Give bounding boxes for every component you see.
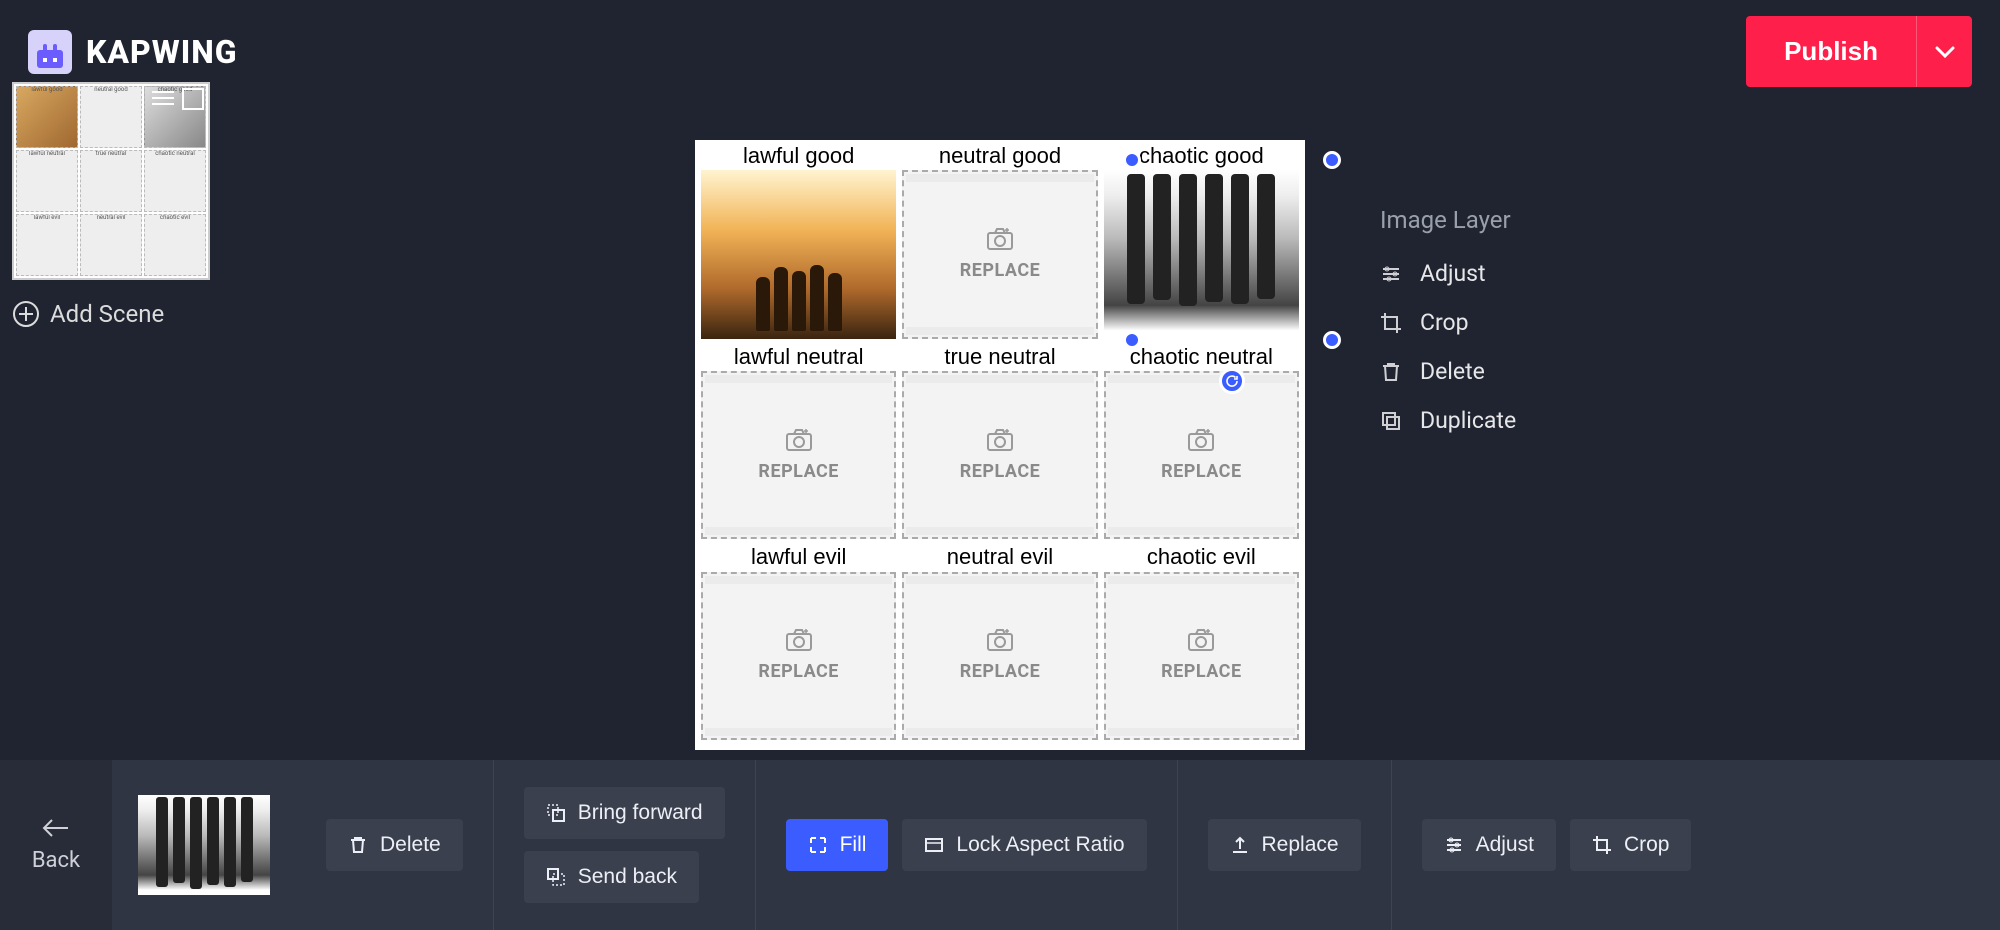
- brand: KAPWING: [28, 30, 238, 74]
- cell-label: chaotic good: [1104, 144, 1299, 168]
- send-back-icon: [546, 867, 566, 887]
- cell-label: lawful evil: [701, 545, 896, 569]
- add-scene-button[interactable]: Add Scene: [12, 300, 222, 328]
- delete-button[interactable]: Delete: [326, 819, 463, 871]
- camera-icon: [1188, 629, 1214, 655]
- add-scene-label: Add Scene: [50, 300, 164, 328]
- cell-image-selected[interactable]: [1104, 170, 1299, 338]
- publish-group: Publish: [1746, 16, 1972, 87]
- scene-thumbnail[interactable]: lawful good neutral good chaotic good la…: [12, 82, 210, 280]
- delete-option[interactable]: Delete: [1380, 358, 1516, 385]
- resize-handle-ne[interactable]: [1323, 151, 1341, 169]
- cell-label: neutral good: [902, 144, 1097, 168]
- brand-logo: [28, 30, 72, 74]
- bottom-toolbar: Back Delete Bring forward Send back Fill…: [0, 760, 2000, 930]
- cell-placeholder[interactable]: REPLACE: [701, 371, 896, 539]
- hamburger-icon: [152, 90, 174, 110]
- resize-handle-se[interactable]: [1323, 331, 1341, 349]
- fill-icon: [808, 835, 828, 855]
- camera-icon: [987, 629, 1013, 655]
- frame-icon: [182, 88, 204, 110]
- cell-chaotic-evil[interactable]: chaotic evil REPLACE: [1104, 545, 1299, 740]
- crop-icon: [1380, 312, 1402, 334]
- sliders-icon: [1380, 263, 1402, 285]
- cell-placeholder[interactable]: REPLACE: [701, 572, 896, 740]
- publish-dropdown-button[interactable]: [1916, 16, 1972, 87]
- bring-forward-button[interactable]: Bring forward: [524, 787, 725, 839]
- upload-icon: [1230, 835, 1250, 855]
- cell-label: chaotic neutral: [1104, 345, 1299, 369]
- duplicate-option[interactable]: Duplicate: [1380, 407, 1516, 434]
- trash-icon: [348, 835, 368, 855]
- cell-label: neutral evil: [902, 545, 1097, 569]
- cell-label: lawful neutral: [701, 345, 896, 369]
- fill-button[interactable]: Fill: [786, 819, 889, 871]
- camera-icon: [987, 429, 1013, 455]
- back-button[interactable]: Back: [0, 760, 112, 930]
- cell-label: true neutral: [902, 345, 1097, 369]
- cell-label: chaotic evil: [1104, 545, 1299, 569]
- right-panel: Image Layer Adjust Crop Delete Duplicate: [1380, 206, 1516, 456]
- cell-neutral-good[interactable]: neutral good REPLACE: [902, 144, 1097, 339]
- cell-placeholder[interactable]: REPLACE: [1104, 371, 1299, 539]
- camera-icon: [786, 429, 812, 455]
- replace-label: REPLACE: [758, 461, 839, 482]
- chevron-down-icon: [1935, 45, 1955, 59]
- scenes-panel: lawful good neutral good chaotic good la…: [12, 82, 222, 328]
- camera-icon: [786, 629, 812, 655]
- cell-neutral-evil[interactable]: neutral evil REPLACE: [902, 545, 1097, 740]
- replace-label: REPLACE: [1161, 661, 1242, 682]
- replace-label: REPLACE: [758, 661, 839, 682]
- plus-circle-icon: [12, 300, 40, 328]
- cell-chaotic-neutral[interactable]: chaotic neutral REPLACE: [1104, 345, 1299, 540]
- adjust-option[interactable]: Adjust: [1380, 260, 1516, 287]
- selected-layer-thumbnail[interactable]: [138, 795, 270, 895]
- aspect-icon: [924, 835, 944, 855]
- cell-lawful-good[interactable]: lawful good: [701, 144, 896, 339]
- cell-placeholder[interactable]: REPLACE: [902, 371, 1097, 539]
- trash-icon: [1380, 361, 1402, 383]
- cell-label: lawful good: [701, 144, 896, 168]
- right-panel-title: Image Layer: [1380, 206, 1516, 234]
- arrow-left-icon: [42, 818, 70, 838]
- replace-label: REPLACE: [960, 461, 1041, 482]
- duplicate-icon: [1380, 410, 1402, 432]
- crop-button[interactable]: Crop: [1570, 819, 1692, 871]
- cell-image[interactable]: [701, 170, 896, 338]
- sliders-icon: [1444, 835, 1464, 855]
- alignment-grid: lawful good neutral good REPLACE chaotic…: [701, 144, 1299, 740]
- lock-aspect-button[interactable]: Lock Aspect Ratio: [902, 819, 1146, 871]
- bring-forward-icon: [546, 803, 566, 823]
- cell-true-neutral[interactable]: true neutral REPLACE: [902, 345, 1097, 540]
- crop-icon: [1592, 835, 1612, 855]
- cell-chaotic-good[interactable]: chaotic good: [1104, 144, 1299, 339]
- replace-button[interactable]: Replace: [1208, 819, 1361, 871]
- crop-option[interactable]: Crop: [1380, 309, 1516, 336]
- top-bar: KAPWING Publish: [0, 0, 2000, 97]
- replace-label: REPLACE: [1161, 461, 1242, 482]
- camera-icon: [1188, 429, 1214, 455]
- brand-name: KAPWING: [86, 33, 238, 71]
- cell-placeholder[interactable]: REPLACE: [902, 170, 1097, 338]
- cell-placeholder[interactable]: REPLACE: [902, 572, 1097, 740]
- publish-button[interactable]: Publish: [1746, 16, 1916, 87]
- adjust-button[interactable]: Adjust: [1422, 819, 1556, 871]
- cell-lawful-evil[interactable]: lawful evil REPLACE: [701, 545, 896, 740]
- canvas[interactable]: lawful good neutral good REPLACE chaotic…: [695, 140, 1305, 750]
- send-back-button[interactable]: Send back: [524, 851, 699, 903]
- replace-label: REPLACE: [960, 260, 1041, 281]
- replace-label: REPLACE: [960, 661, 1041, 682]
- camera-icon: [987, 228, 1013, 254]
- cell-placeholder[interactable]: REPLACE: [1104, 572, 1299, 740]
- cell-lawful-neutral[interactable]: lawful neutral REPLACE: [701, 345, 896, 540]
